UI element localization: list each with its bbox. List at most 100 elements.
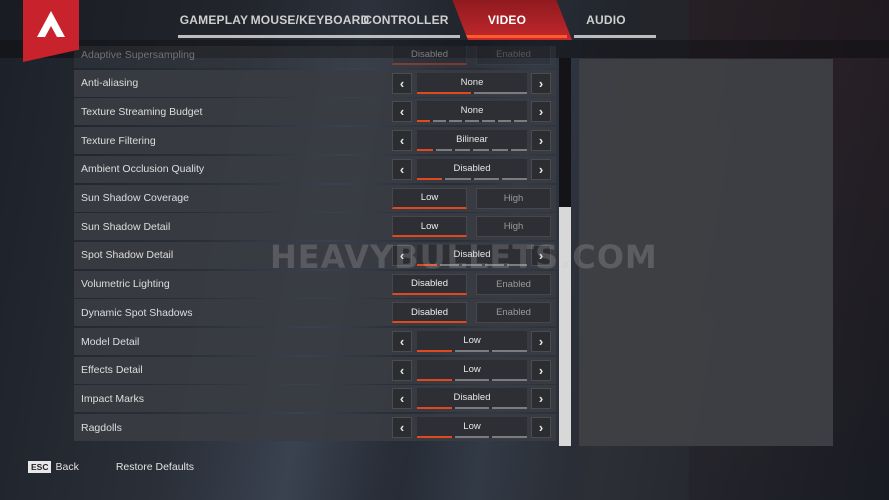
setting-toggle: Disabled Enabled xyxy=(392,302,552,324)
video-settings-list: Adaptive Supersampling Disabled Enabled Ant… xyxy=(74,46,556,446)
restore-defaults-button[interactable]: Restore Defaults xyxy=(116,461,194,473)
chevron-left-icon[interactable]: ‹ xyxy=(392,101,412,123)
chevron-right-icon[interactable]: › xyxy=(531,158,551,180)
setting-label: Anti-aliasing xyxy=(81,77,139,90)
setting-value: Disabled xyxy=(453,392,491,404)
back-label: Back xyxy=(55,461,79,473)
tab-underline xyxy=(465,35,567,38)
setting-value-box: Bilinear xyxy=(417,130,527,152)
chevron-left-icon[interactable]: ‹ xyxy=(392,72,412,94)
tab-label: CONTROLLER xyxy=(363,13,449,27)
setting-toggle: Low High xyxy=(392,216,552,238)
setting-row[interactable]: Ragdolls ‹ Low › xyxy=(74,414,556,442)
toggle-option[interactable]: Low xyxy=(392,187,467,209)
esc-key-badge: ESC xyxy=(28,461,52,473)
chevron-left-icon[interactable]: ‹ xyxy=(392,359,412,381)
toggle-option[interactable]: Disabled xyxy=(392,46,467,65)
tab-audio[interactable]: AUDIO xyxy=(566,0,656,40)
level-segment xyxy=(473,149,490,152)
level-segment xyxy=(449,120,463,123)
setting-stepper: ‹ None › xyxy=(392,101,552,123)
setting-row[interactable]: Ambient Occlusion Quality ‹ Disabled › xyxy=(74,155,556,183)
setting-label: Sun Shadow Coverage xyxy=(81,192,189,204)
setting-row[interactable]: Spot Shadow Detail ‹ Disabled › xyxy=(74,241,556,269)
chevron-right-icon[interactable]: › xyxy=(531,417,551,439)
level-indicator xyxy=(417,177,527,180)
toggle-option[interactable]: Low xyxy=(392,216,467,238)
setting-value: Low xyxy=(463,421,481,433)
setting-label: Volumetric Lighting xyxy=(81,278,170,291)
setting-row[interactable]: Dynamic Spot Shadows Disabled Enabled xyxy=(74,299,556,327)
tab-underline xyxy=(178,35,268,38)
setting-stepper: ‹ Disabled › xyxy=(392,158,552,180)
level-indicator xyxy=(417,149,527,152)
setting-value: Disabled xyxy=(453,162,491,174)
level-indicator xyxy=(417,378,528,381)
chevron-right-icon[interactable]: › xyxy=(531,388,551,410)
toggle-option[interactable]: Enabled xyxy=(476,273,551,295)
setting-stepper: ‹ Disabled › xyxy=(392,244,552,266)
toggle-option[interactable]: High xyxy=(476,187,551,209)
back-button[interactable]: ESC Back xyxy=(28,461,79,473)
tab-controller[interactable]: CONTROLLER xyxy=(362,0,460,40)
setting-stepper: ‹ Disabled › xyxy=(392,388,552,410)
toggle-option[interactable]: Disabled xyxy=(392,302,467,324)
level-segment xyxy=(462,263,482,266)
chevron-right-icon[interactable]: › xyxy=(531,331,551,352)
chevron-left-icon[interactable]: ‹ xyxy=(392,244,412,266)
toggle-option[interactable]: Enabled xyxy=(476,302,551,324)
setting-row[interactable]: Volumetric Lighting Disabled Enabled xyxy=(74,270,556,298)
toggle-option[interactable]: Enabled xyxy=(476,46,551,65)
tab-video[interactable]: VIDEO xyxy=(452,0,572,40)
setting-value-box: Low xyxy=(417,417,528,439)
level-segment-active xyxy=(417,263,437,266)
setting-value-box: Low xyxy=(417,359,528,381)
chevron-right-icon[interactable]: › xyxy=(531,359,551,381)
setting-toggle: Low High xyxy=(392,187,552,209)
level-indicator xyxy=(417,407,528,410)
setting-label: Sun Shadow Detail xyxy=(81,220,171,233)
toggle-option[interactable]: High xyxy=(476,216,551,238)
level-segment xyxy=(473,177,499,180)
level-segment xyxy=(454,350,490,352)
toggle-option[interactable]: Disabled xyxy=(392,273,467,295)
chevron-left-icon[interactable]: ‹ xyxy=(392,417,412,439)
setting-value-box: Disabled xyxy=(417,244,527,266)
tab-label: GAMEPLAY xyxy=(179,13,249,27)
tab-mouse-keyboard[interactable]: MOUSE/KEYBOARD xyxy=(251,0,372,40)
setting-row[interactable]: Adaptive Supersampling Disabled Enabled xyxy=(74,46,556,68)
level-segment xyxy=(454,436,490,439)
level-segment xyxy=(454,149,471,152)
chevron-left-icon[interactable]: ‹ xyxy=(392,130,412,152)
setting-value-box: None xyxy=(417,101,527,123)
setting-row[interactable]: Anti-aliasing ‹ None › xyxy=(74,69,556,97)
setting-value-box: None xyxy=(417,72,527,94)
chevron-left-icon[interactable]: ‹ xyxy=(392,158,412,180)
level-segment xyxy=(492,436,528,439)
level-segment xyxy=(497,120,511,123)
chevron-left-icon[interactable]: ‹ xyxy=(392,331,412,352)
level-segment xyxy=(492,149,509,152)
level-segment xyxy=(492,350,528,352)
setting-toggle: Disabled Enabled xyxy=(392,273,552,295)
setting-row[interactable]: Texture Streaming Budget ‹ None › xyxy=(74,98,556,126)
tab-underline xyxy=(574,35,656,38)
level-segment xyxy=(465,120,479,123)
chevron-right-icon[interactable]: › xyxy=(531,244,551,266)
chevron-right-icon[interactable]: › xyxy=(531,72,551,94)
setting-row[interactable]: Model Detail ‹ Low › xyxy=(74,328,556,355)
setting-row[interactable]: Effects Detail ‹ Low › xyxy=(74,356,556,384)
chevron-left-icon[interactable]: ‹ xyxy=(392,388,412,410)
setting-row[interactable]: Texture Filtering ‹ Bilinear › xyxy=(74,127,556,155)
setting-row[interactable]: Sun Shadow Coverage Low High xyxy=(74,184,556,212)
tab-gameplay[interactable]: GAMEPLAY xyxy=(170,0,268,40)
setting-value: None xyxy=(460,76,484,88)
setting-label: Texture Filtering xyxy=(81,134,156,147)
level-segment xyxy=(501,177,527,180)
chevron-right-icon[interactable]: › xyxy=(531,101,551,123)
setting-row[interactable]: Sun Shadow Detail Low High xyxy=(74,213,556,241)
scrollbar-thumb[interactable] xyxy=(559,207,571,446)
chevron-right-icon[interactable]: › xyxy=(531,130,551,152)
tab-label: MOUSE/KEYBOARD xyxy=(250,13,370,27)
setting-row[interactable]: Impact Marks ‹ Disabled › xyxy=(74,385,556,413)
